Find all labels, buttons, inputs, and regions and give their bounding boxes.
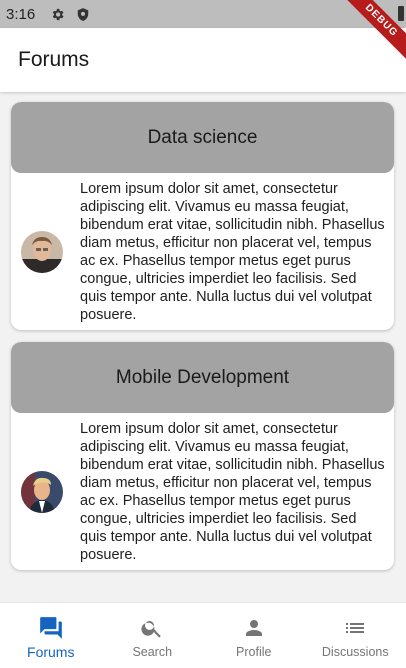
nav-label: Search bbox=[132, 645, 173, 659]
status-time: 3:16 bbox=[6, 5, 36, 23]
forum-card-data-science[interactable]: Data science Lorem ipsum dolor sit amet,… bbox=[11, 102, 394, 330]
nav-label: Forums bbox=[27, 644, 75, 660]
nav-item-forums[interactable]: Forums bbox=[0, 603, 102, 668]
nav-label: Discussions bbox=[321, 645, 389, 659]
forum-card-header: Mobile Development bbox=[11, 342, 394, 413]
nav-item-search[interactable]: Search bbox=[102, 603, 204, 668]
forum-card-body: Lorem ipsum dolor sit amet, consectetur … bbox=[11, 413, 394, 570]
forum-icon bbox=[38, 615, 64, 641]
battery-icon bbox=[398, 6, 404, 21]
page-title: Forums bbox=[18, 48, 90, 71]
status-bar: 3:16 bbox=[0, 0, 406, 28]
app-bar: Forums bbox=[0, 28, 406, 92]
nav-item-profile[interactable]: Profile bbox=[203, 603, 305, 668]
forum-card-header: Data science bbox=[11, 102, 394, 173]
list-icon bbox=[342, 615, 368, 641]
forum-title: Mobile Development bbox=[115, 366, 290, 388]
forum-card-mobile-development[interactable]: Mobile Development Lorem ipsum dolor sit… bbox=[11, 342, 394, 570]
gear-icon bbox=[49, 6, 65, 22]
app-screen: 3:16 DEBUG Forums Data science Lorem ips… bbox=[0, 0, 406, 668]
nav-item-discussions[interactable]: Discussions bbox=[305, 603, 406, 668]
forum-list: Data science Lorem ipsum dolor sit amet,… bbox=[0, 92, 406, 602]
forum-card-body: Lorem ipsum dolor sit amet, consectetur … bbox=[11, 173, 394, 330]
avatar bbox=[21, 231, 63, 273]
forum-description: Lorem ipsum dolor sit amet, consectetur … bbox=[80, 181, 385, 323]
bottom-navigation: Forums Search Profile Discussions bbox=[0, 602, 406, 668]
forum-description: Lorem ipsum dolor sit amet, consectetur … bbox=[80, 421, 385, 563]
person-icon bbox=[241, 615, 267, 641]
nav-label: Profile bbox=[236, 645, 272, 659]
avatar bbox=[21, 471, 63, 513]
search-icon bbox=[139, 615, 165, 641]
forum-title: Data science bbox=[147, 126, 258, 148]
shield-icon bbox=[75, 6, 91, 22]
